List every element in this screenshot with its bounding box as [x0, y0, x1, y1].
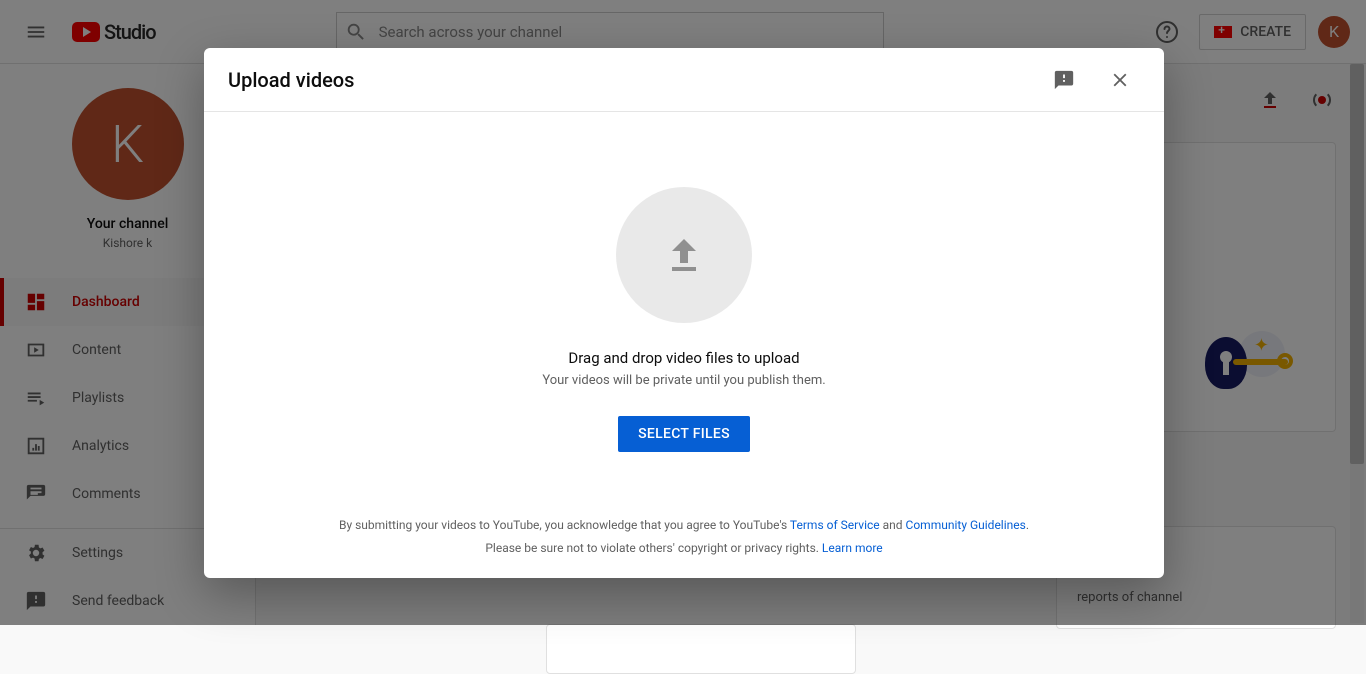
drop-heading: Drag and drop video files to upload [568, 349, 799, 367]
learn-more-link[interactable]: Learn more [822, 541, 883, 555]
upload-dialog: Upload videos Drag and drop video files … [204, 48, 1164, 578]
community-guidelines-link[interactable]: Community Guidelines [906, 518, 1026, 532]
select-files-button[interactable]: SELECT FILES [618, 416, 750, 452]
legal2-prefix: Please be sure not to violate others' co… [485, 541, 822, 555]
background-card [546, 624, 856, 674]
legal-text: By submitting your videos to YouTube, yo… [204, 500, 1164, 578]
legal-period: . [1026, 518, 1029, 532]
legal-and: and [880, 518, 906, 532]
drop-zone[interactable]: Drag and drop video files to upload Your… [204, 112, 1164, 500]
terms-of-service-link[interactable]: Terms of Service [790, 518, 880, 532]
upload-circle-icon [616, 187, 752, 323]
drop-subtext: Your videos will be private until you pu… [542, 373, 825, 388]
close-icon[interactable] [1100, 60, 1140, 100]
send-feedback-icon[interactable] [1044, 60, 1084, 100]
dialog-title: Upload videos [228, 68, 354, 92]
legal-prefix: By submitting your videos to YouTube, yo… [339, 518, 790, 532]
